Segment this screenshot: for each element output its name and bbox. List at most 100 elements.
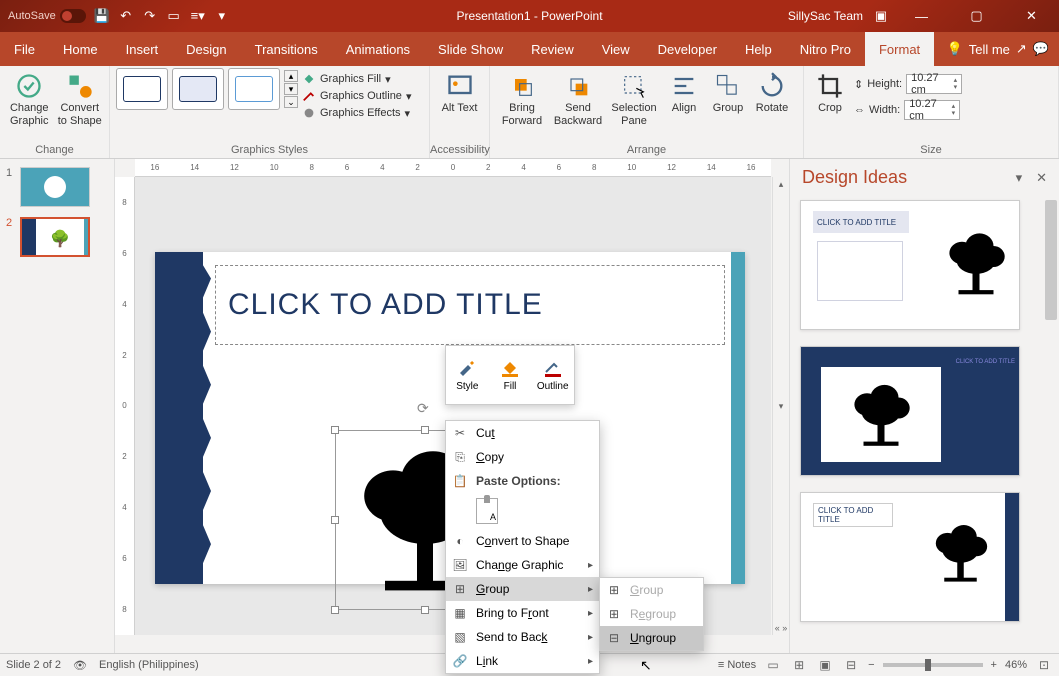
height-input[interactable]: 10.27 cm▴▾ (906, 74, 962, 94)
redo-icon[interactable]: ↷ (142, 8, 158, 24)
ctx-cut[interactable]: ✂Cut (446, 421, 599, 445)
paste-option-icon: A (476, 498, 498, 524)
send-backward-icon (564, 72, 592, 100)
tab-help[interactable]: Help (731, 32, 786, 66)
tab-insert[interactable]: Insert (112, 32, 173, 66)
tab-developer[interactable]: Developer (644, 32, 731, 66)
spell-check-icon[interactable]: 👁 (73, 659, 87, 672)
tab-animations[interactable]: Animations (332, 32, 424, 66)
context-menu: ✂Cut ⎘Copy 📋Paste Options: A ◐Convert to… (445, 420, 600, 674)
gallery-down-icon[interactable]: ▾ (284, 83, 298, 95)
resize-handle[interactable] (421, 606, 429, 614)
slide-decoration-wave (155, 252, 203, 584)
rotate-handle-icon[interactable]: ⟳ (417, 400, 433, 416)
mini-outline-button[interactable]: Outline (531, 346, 574, 404)
gallery-up-icon[interactable]: ▴ (284, 70, 298, 82)
bring-forward-button[interactable]: Bring Forward (496, 68, 548, 128)
tab-nitro[interactable]: Nitro Pro (786, 32, 865, 66)
zoom-in-icon[interactable]: + (991, 659, 997, 671)
change-graphic-icon (15, 72, 43, 100)
group-icon: ⊞ (606, 582, 622, 598)
qat-more-icon[interactable]: ▾ (214, 8, 230, 24)
resize-handle[interactable] (331, 426, 339, 434)
design-idea-1[interactable]: CLICK TO ADD TITLE (800, 200, 1020, 330)
crop-button[interactable]: Crop (810, 68, 850, 115)
normal-view-icon[interactable]: ▭ (764, 657, 782, 673)
link-icon: 🔗 (452, 653, 468, 669)
tab-design[interactable]: Design (172, 32, 240, 66)
ctx-change-graphic[interactable]: 🖼Change Graphic▸ (446, 553, 599, 577)
width-input[interactable]: 10.27 cm▴▾ (904, 100, 960, 120)
title-placeholder[interactable]: CLICK TO ADD TITLE (215, 265, 725, 345)
graphics-styles-gallery[interactable]: ▴ ▾ ⌄ (116, 68, 298, 110)
ctx-link[interactable]: 🔗Link▸ (446, 649, 599, 673)
ctx-convert-shape[interactable]: ◐Convert to Shape (446, 529, 599, 553)
tab-file[interactable]: File (0, 32, 49, 66)
close-button[interactable]: ✕ (1009, 0, 1054, 32)
maximize-button[interactable]: ▢ (954, 0, 999, 32)
zoom-out-icon[interactable]: − (868, 659, 874, 671)
sorter-view-icon[interactable]: ⊞ (790, 657, 808, 673)
thumb-slide-1[interactable]: 1 (6, 167, 108, 207)
pane-options-icon[interactable]: ▾ (1016, 170, 1023, 186)
thumb-slide-2[interactable]: 2 🌳 (6, 217, 108, 257)
search-icon: 💡 (947, 41, 963, 57)
language-indicator[interactable]: English (Philippines) (99, 659, 199, 671)
resize-handle[interactable] (331, 516, 339, 524)
tab-transitions[interactable]: Transitions (241, 32, 332, 66)
tab-slideshow[interactable]: Slide Show (424, 32, 517, 66)
zoom-slider[interactable] (883, 663, 983, 667)
convert-shape-button[interactable]: Convert to Shape (57, 68, 104, 128)
notes-button[interactable]: ≡ Notes (718, 659, 756, 671)
mini-fill-button[interactable]: Fill (489, 346, 532, 404)
design-scrollbar[interactable] (1042, 196, 1059, 653)
ctx-paste-option-keep[interactable]: A (446, 493, 599, 529)
ctx-bring-front[interactable]: ▦Bring to Front▸ (446, 601, 599, 625)
resize-handle[interactable] (331, 606, 339, 614)
design-idea-3[interactable]: CLICK TO ADD TITLE (800, 492, 1020, 622)
comments-icon[interactable]: 💬 (1033, 41, 1049, 57)
rotate-button[interactable]: Rotate (752, 68, 792, 115)
minimize-button[interactable]: — (899, 0, 944, 32)
group-button[interactable]: Group (708, 68, 748, 115)
slideshow-view-icon[interactable]: ⊟ (842, 657, 860, 673)
vertical-scrollbar[interactable]: ▴▾« » (772, 177, 789, 635)
present-icon[interactable]: ▭ (166, 8, 182, 24)
titlebar: AutoSave 💾 ↶ ↷ ▭ ≡▾ ▾ Presentation1 - Po… (0, 0, 1059, 32)
selection-pane-button[interactable]: Selection Pane (608, 68, 660, 128)
gallery-more-icon[interactable]: ⌄ (284, 96, 298, 108)
resize-handle[interactable] (421, 426, 429, 434)
slide-indicator[interactable]: Slide 2 of 2 (6, 659, 61, 671)
autosave-toggle[interactable]: AutoSave (8, 9, 86, 23)
tab-view[interactable]: View (588, 32, 644, 66)
slide-decoration-edge (731, 252, 745, 584)
ribbon-display-icon[interactable]: ▣ (873, 8, 889, 24)
ctx-group[interactable]: ⊞Group▸ (446, 577, 599, 601)
zoom-level[interactable]: 46% (1005, 659, 1027, 671)
graphics-fill-button[interactable]: Graphics Fill▾ (302, 72, 411, 86)
mini-style-button[interactable]: Style (446, 346, 489, 404)
tab-format[interactable]: Format (865, 32, 934, 66)
back-icon: ▧ (452, 629, 468, 645)
graphics-effects-button[interactable]: Graphics Effects▾ (302, 106, 411, 120)
tab-home[interactable]: Home (49, 32, 112, 66)
change-graphic-button[interactable]: Change Graphic (6, 68, 53, 128)
save-icon[interactable]: 💾 (94, 8, 110, 24)
tab-review[interactable]: Review (517, 32, 588, 66)
align-button[interactable]: Align (664, 68, 704, 115)
ctx-send-back[interactable]: ▧Send to Back▸ (446, 625, 599, 649)
tell-me-search[interactable]: 💡 Tell me (947, 41, 1010, 57)
pane-close-icon[interactable]: ✕ (1036, 170, 1047, 186)
share-icon[interactable]: ↗ (1016, 41, 1027, 57)
list-icon[interactable]: ≡▾ (190, 8, 206, 24)
send-backward-button[interactable]: Send Backward (552, 68, 604, 128)
graphics-outline-button[interactable]: Graphics Outline▾ (302, 89, 411, 103)
ctx-copy[interactable]: ⎘Copy (446, 445, 599, 469)
alt-text-button[interactable]: Alt Text (436, 68, 483, 115)
crop-icon (816, 72, 844, 100)
undo-icon[interactable]: ↶ (118, 8, 134, 24)
design-idea-2[interactable]: CLICK TO ADD TITLE (800, 346, 1020, 476)
sub-ungroup[interactable]: ⊟Ungroup (600, 626, 703, 650)
reading-view-icon[interactable]: ▣ (816, 657, 834, 673)
fit-window-icon[interactable]: ⊡ (1035, 657, 1053, 673)
